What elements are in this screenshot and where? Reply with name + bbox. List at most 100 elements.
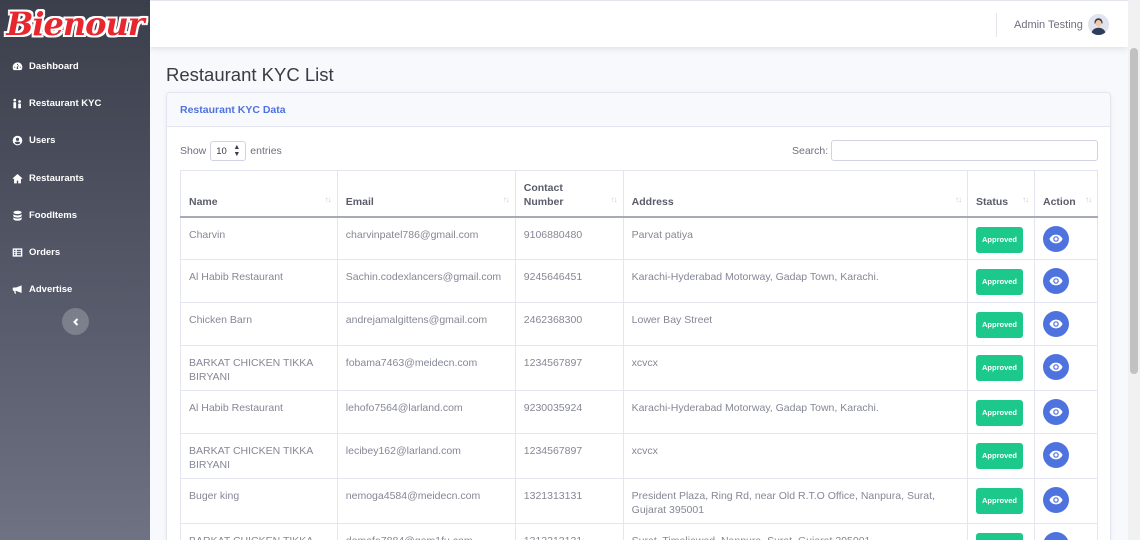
sort-icon: ↑↓ — [324, 194, 332, 204]
cell-email: lecibey162@larland.com — [336, 433, 516, 479]
search-label: Search: — [792, 145, 829, 157]
column-header-email[interactable]: Email ↑↓ — [336, 170, 516, 218]
status-badge[interactable]: Approved — [976, 355, 1024, 381]
user-avatar-icon[interactable] — [1088, 14, 1109, 35]
entries-label: entries — [250, 145, 282, 157]
cell-email: nemoga4584@meidecn.com — [336, 478, 516, 524]
sidebar-item-fooditems[interactable]: FoodItems — [0, 197, 150, 234]
table-header-row: Name ↑↓ Email ↑↓ Contact Number ↑↓ Address ↑… — [180, 170, 1098, 218]
kyc-card: Restaurant KYC Data Show 10 ▲ ▼ entries S… — [166, 92, 1111, 540]
sidebar-item-label: FoodItems — [29, 209, 78, 221]
view-button[interactable] — [1043, 225, 1069, 252]
eye-icon — [1049, 319, 1063, 329]
cell-action — [1034, 433, 1098, 479]
sidebar-nav: Dashboard Restaurant KYC Users Restauran… — [0, 48, 150, 308]
sort-icon: ↑↓ — [1022, 194, 1029, 204]
cell-name: BARKAT CHICKEN TIKKA BIRYANI — [180, 345, 338, 391]
cell-action — [1034, 216, 1098, 260]
status-badge[interactable]: Approved — [976, 488, 1024, 514]
status-badge[interactable]: Approved — [976, 226, 1024, 253]
view-button[interactable] — [1043, 268, 1069, 294]
sidebar-item-label: Orders — [29, 247, 61, 259]
column-header-address[interactable]: Address ↑↓ — [622, 170, 969, 218]
card-header: Restaurant KYC Data — [167, 93, 1110, 127]
cell-status: Approved — [967, 259, 1035, 303]
status-badge[interactable]: Approved — [976, 533, 1024, 540]
brand-logo[interactable]: Bienour — [0, 0, 150, 48]
column-header-status[interactable]: Status ↑↓ — [967, 170, 1035, 218]
sidebar-item-restaurant-kyc[interactable]: Restaurant KYC — [0, 85, 150, 122]
view-button[interactable] — [1043, 311, 1069, 337]
cell-name: BARKAT CHICKEN TIKKA BIRYANI — [180, 433, 338, 479]
user-name[interactable]: Admin Testing — [1014, 19, 1083, 31]
page-scrollbar[interactable] — [1128, 0, 1140, 540]
eye-icon — [1049, 495, 1063, 505]
cell-contact: 9230035924 — [514, 390, 624, 434]
column-header-contact[interactable]: Contact Number ↑↓ — [514, 170, 624, 218]
user-circle-icon — [11, 135, 23, 147]
cell-address: President Plaza, Ring Rd, near Old R.T.O… — [622, 478, 969, 524]
scrollbar-thumb[interactable] — [1130, 48, 1138, 374]
view-button[interactable] — [1043, 487, 1069, 513]
sidebar-item-orders[interactable]: Orders — [0, 234, 150, 271]
home-icon — [11, 172, 23, 184]
cell-status: Approved — [967, 302, 1035, 346]
cell-action — [1034, 523, 1098, 540]
select-caret-icon: ▲ ▼ — [233, 144, 241, 158]
kyc-table: Name ↑↓ Email ↑↓ Contact Number ↑↓ Address ↑… — [180, 170, 1098, 540]
sidebar-item-users[interactable]: Users — [0, 122, 150, 159]
sidebar-item-label: Restaurants — [29, 172, 84, 184]
search-input[interactable] — [831, 140, 1098, 161]
column-header-action[interactable]: Action ↑↓ — [1034, 170, 1098, 218]
cell-email: fobama7463@meidecn.com — [336, 345, 516, 391]
view-button[interactable] — [1043, 442, 1069, 468]
sort-icon: ↑↓ — [955, 194, 962, 204]
sidebar-item-label: Users — [29, 135, 56, 147]
table-row: BARKAT CHICKEN TIKKA BIRYANI lecibey162@… — [180, 433, 1098, 479]
view-button[interactable] — [1043, 399, 1069, 425]
cell-contact: 1313213131 — [514, 523, 624, 540]
status-badge[interactable]: Approved — [976, 312, 1024, 338]
status-badge[interactable]: Approved — [976, 400, 1024, 426]
cell-name: Buger king — [180, 478, 338, 524]
cell-email: Sachin.codexlancers@gmail.com — [336, 259, 516, 303]
cell-email: andrejamalgittens@gmail.com — [336, 302, 516, 346]
list-icon — [11, 247, 23, 259]
table-row: Al Habib Restaurant lehofo7564@larland.c… — [180, 390, 1098, 434]
topbar: Admin Testing — [150, 0, 1128, 47]
entries-control: Show 10 ▲ ▼ entries — [180, 141, 282, 161]
column-header-name[interactable]: Name ↑↓ — [180, 170, 338, 218]
cell-contact: 1234567897 — [514, 345, 624, 391]
sidebar-item-dashboard[interactable]: Dashboard — [0, 48, 150, 85]
cell-status: Approved — [967, 523, 1035, 540]
cell-action — [1034, 390, 1098, 434]
sidebar-item-restaurants[interactable]: Restaurants — [0, 160, 150, 197]
entries-select[interactable]: 10 ▲ ▼ — [210, 141, 247, 161]
table-row: BARKAT CHICKEN TIKKA BIRYANI fobama7463@… — [180, 345, 1098, 391]
sidebar-toggle-button[interactable] — [62, 308, 89, 335]
dashboard-icon — [11, 61, 23, 73]
eye-icon — [1049, 234, 1063, 243]
cell-contact: 1321313131 — [514, 478, 624, 524]
chevron-left-icon — [72, 317, 78, 326]
cell-status: Approved — [967, 345, 1035, 391]
status-badge[interactable]: Approved — [976, 269, 1024, 295]
sidebar-item-advertise[interactable]: Advertise — [0, 271, 150, 308]
cell-address: Surat, Timaliawad, Nanpura, Surat, Gujar… — [622, 523, 969, 540]
table-row: Al Habib Restaurant Sachin.codexlancers@… — [180, 259, 1098, 303]
cell-name: Chicken Barn — [180, 302, 338, 346]
cell-contact: 1234567897 — [514, 433, 624, 479]
sort-icon: ↑↓ — [1085, 194, 1092, 204]
view-button[interactable] — [1043, 354, 1069, 380]
cell-email: lehofo7564@larland.com — [336, 390, 516, 434]
cell-status: Approved — [967, 478, 1035, 524]
cell-action — [1034, 478, 1098, 524]
cell-address: Lower Bay Street — [622, 302, 969, 346]
show-label: Show — [180, 145, 207, 157]
status-badge[interactable]: Approved — [976, 443, 1024, 469]
cell-name: Charvin — [180, 216, 338, 260]
view-button[interactable] — [1043, 532, 1069, 540]
eye-icon — [1049, 276, 1063, 286]
users-cog-icon — [11, 98, 23, 110]
table-row: Chicken Barn andrejamalgittens@gmail.com… — [180, 302, 1098, 346]
